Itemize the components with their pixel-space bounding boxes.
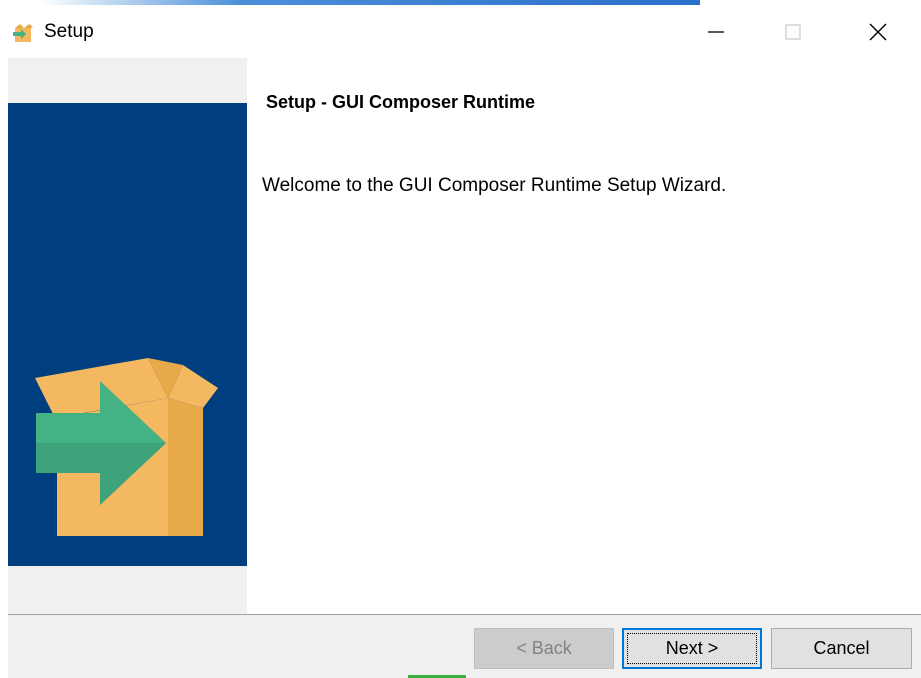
welcome-message: Welcome to the GUI Composer Runtime Setu…	[262, 175, 727, 196]
setup-app-icon	[12, 23, 34, 43]
page-heading: Setup - GUI Composer Runtime	[266, 92, 536, 112]
title-bar[interactable]: Setup	[0, 5, 921, 58]
close-button[interactable]	[845, 5, 911, 58]
back-button[interactable]: < Back	[474, 628, 614, 669]
focus-ring	[627, 633, 757, 664]
cancel-button[interactable]: Cancel	[771, 628, 912, 669]
wizard-banner-image	[8, 103, 247, 566]
minimize-button[interactable]	[683, 5, 749, 58]
maximize-button[interactable]	[760, 5, 826, 58]
maximize-icon	[785, 23, 801, 40]
next-button[interactable]: Next >	[622, 628, 762, 669]
minimize-icon	[708, 30, 724, 33]
window-title: Setup	[44, 21, 94, 42]
close-icon	[869, 23, 887, 40]
setup-window: Setup Setup - GUI Composer Runtime Welco…	[0, 0, 921, 678]
package-install-icon	[35, 358, 218, 536]
